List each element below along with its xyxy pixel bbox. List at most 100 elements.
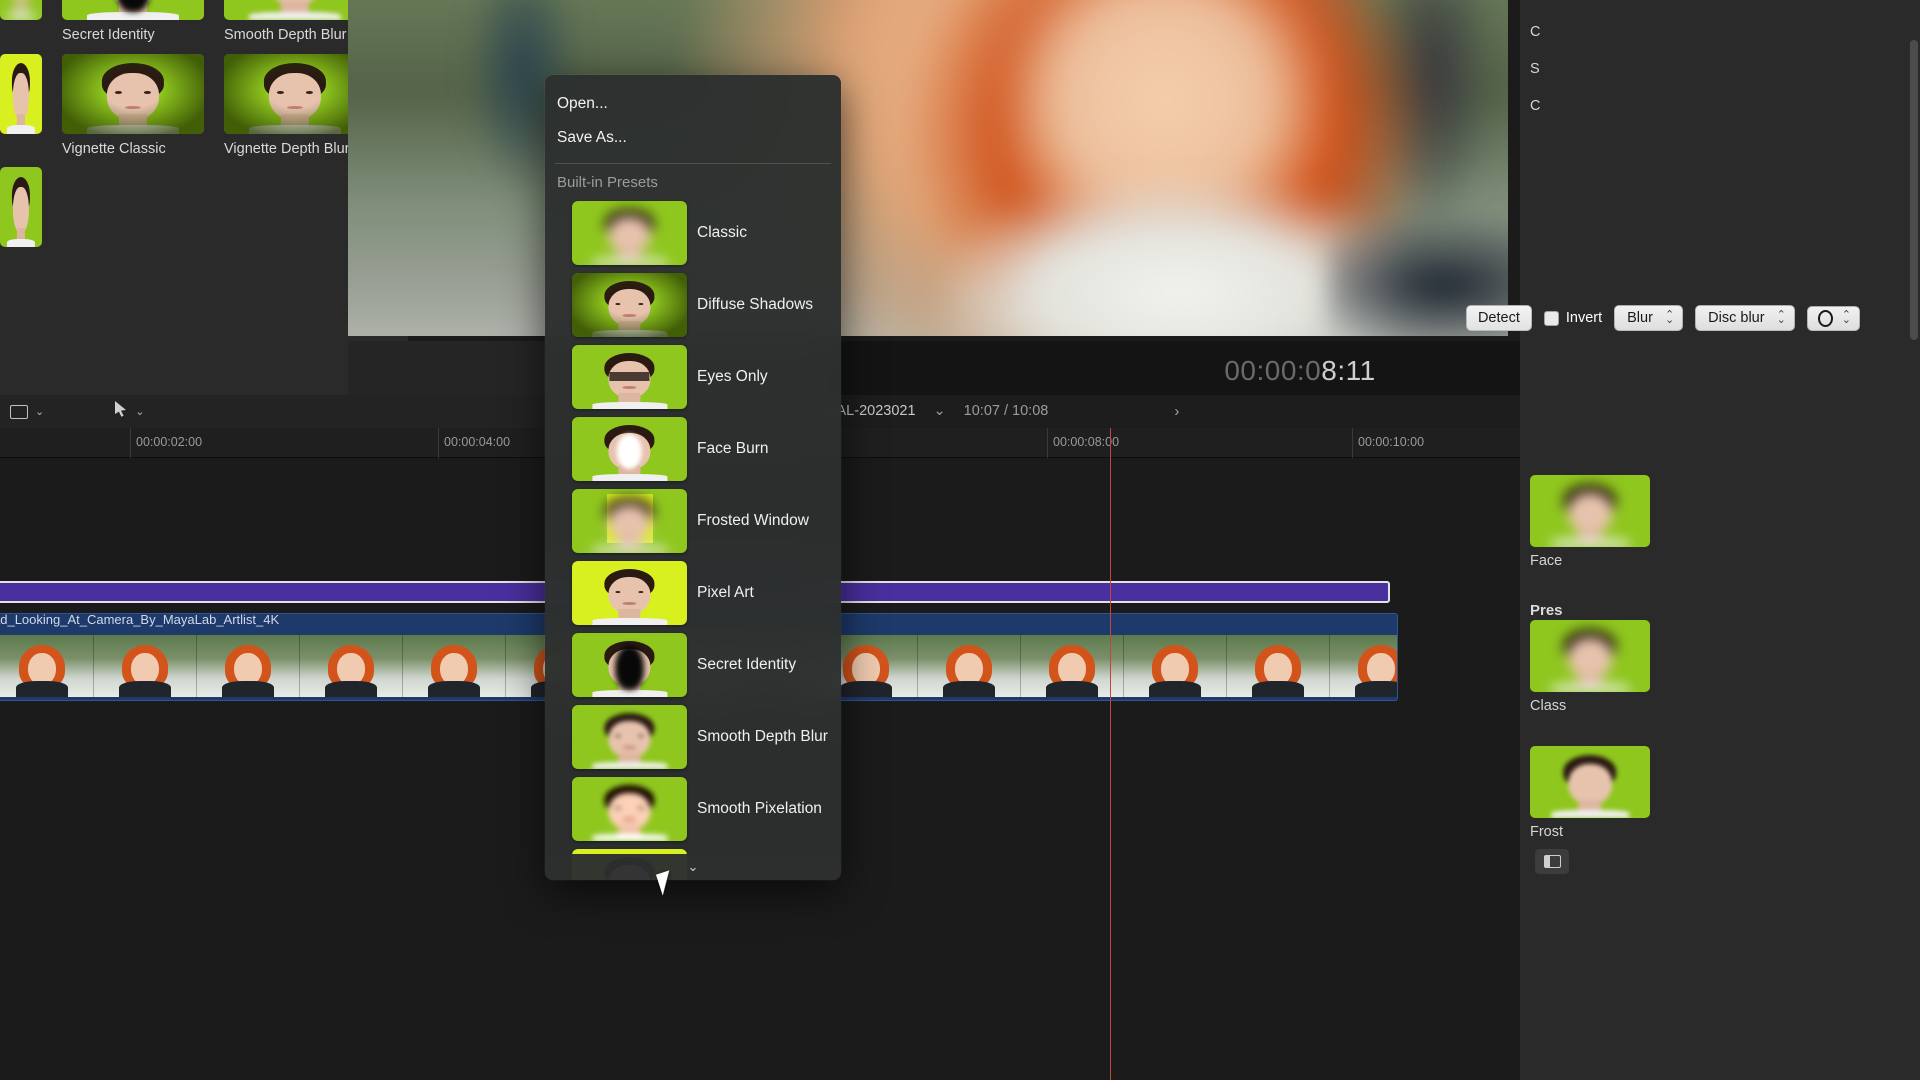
- browser-item-smooth-depth-blur[interactable]: Smooth Depth Blur: [224, 0, 366, 44]
- thumbnail: [572, 201, 687, 265]
- browser-item-partial[interactable]: [0, 54, 42, 158]
- menu-preset-smooth-pixelation[interactable]: Smooth Pixelation: [545, 773, 841, 845]
- menu-preset-label: Eyes Only: [697, 368, 768, 386]
- menu-preset-smooth-depth-blur[interactable]: Smooth Depth Blur: [545, 701, 841, 773]
- thumbnail: [572, 777, 687, 841]
- app-window: Secret Identity Smooth Depth Blur: [0, 0, 1920, 1080]
- browser-item-label: Vignette Classic: [62, 141, 204, 158]
- face-preview: [602, 497, 657, 553]
- menu-preset-frosted-window[interactable]: Frosted Window: [545, 485, 841, 557]
- inspector-preset-face[interactable]: Face: [1520, 475, 1920, 569]
- face-preview: [1561, 755, 1619, 818]
- face-preview: [11, 0, 31, 20]
- timeline-index-icon[interactable]: [10, 405, 28, 419]
- menu-scroll-down-icon[interactable]: ⌄: [545, 854, 841, 880]
- face-preview: [11, 63, 31, 133]
- thumbnail: [224, 54, 366, 134]
- face-preview: [261, 0, 329, 20]
- menu-section-header: Built-in Presets: [545, 170, 841, 197]
- filmstrip-frame: [94, 635, 197, 697]
- sidebar-toggle-icon[interactable]: [1535, 849, 1569, 874]
- chevron-down-icon[interactable]: ⌄: [35, 405, 44, 418]
- blur-type-value: Disc blur: [1708, 310, 1764, 326]
- menu-preset-face-burn[interactable]: Face Burn: [545, 413, 841, 485]
- blur-type-dropdown[interactable]: Disc blur ⌃⌄: [1695, 305, 1795, 331]
- menu-preset-classic[interactable]: Classic: [545, 197, 841, 269]
- thumbnail: [572, 561, 687, 625]
- thumbnail: [572, 345, 687, 409]
- browser-row: Secret Identity Smooth Depth Blur: [0, 0, 408, 44]
- thumbnail: [572, 273, 687, 337]
- invert-checkbox[interactable]: Invert: [1544, 310, 1602, 326]
- menu-preset-label: Smooth Pixelation: [697, 800, 822, 818]
- inspector-panel: A E C S C Face Pres Class: [1520, 0, 1920, 1080]
- menu-preset-label: Face Burn: [697, 440, 769, 458]
- menu-preset-eyes-only[interactable]: Eyes Only: [545, 341, 841, 413]
- select-tool-icon[interactable]: [114, 400, 128, 423]
- browser-row: Vignette Classic Vignette Depth Blur: [0, 54, 408, 158]
- invert-label: Invert: [1566, 310, 1602, 326]
- blur-mode-dropdown[interactable]: Blur ⌃⌄: [1614, 305, 1683, 331]
- browser-item-partial[interactable]: [0, 167, 42, 247]
- preset-dropdown-menu[interactable]: Open... Save As... Built-in Presets Clas…: [545, 75, 841, 880]
- menu-preset-label: Frosted Window: [697, 512, 809, 530]
- face-preview: [1561, 629, 1619, 692]
- inspector-preset-label: Class: [1520, 698, 1920, 714]
- ruler-label: 00:00:02:00: [136, 435, 202, 449]
- inspector-partial-label: E: [1530, 0, 1920, 14]
- browser-item-vignette-depth-blur[interactable]: Vignette Depth Blur: [224, 54, 366, 158]
- thumbnail: [0, 167, 42, 247]
- face-preview: [11, 177, 31, 247]
- preset-list[interactable]: Classic Diffuse Shadows: [545, 197, 841, 880]
- menu-preset-label: Secret Identity: [697, 656, 796, 674]
- menu-preset-diffuse-shadows[interactable]: Diffuse Shadows: [545, 269, 841, 341]
- filmstrip-frame: [1021, 635, 1124, 697]
- filmstrip-frame: [197, 635, 300, 697]
- face-preview: [99, 0, 167, 20]
- timecode-prefix: 00:00:0: [1224, 355, 1321, 386]
- face-preview: [602, 641, 657, 697]
- detect-button[interactable]: Detect: [1466, 305, 1532, 331]
- menu-preset-pixel-art[interactable]: Pixel Art: [545, 557, 841, 629]
- clip-position-label: 10:07 / 10:08: [964, 403, 1049, 419]
- browser-item-partial[interactable]: [0, 0, 42, 44]
- filmstrip-frame: [403, 635, 506, 697]
- menu-divider: [555, 163, 831, 164]
- menu-item-save-as[interactable]: Save As...: [545, 121, 841, 155]
- checkbox-box[interactable]: [1544, 311, 1559, 326]
- inspector-preset-frosted[interactable]: Frost: [1520, 746, 1920, 840]
- timeline-index-group[interactable]: ⌄: [10, 405, 44, 419]
- inspector-preset-label: Frost: [1520, 824, 1920, 840]
- thumbnail: [62, 0, 204, 20]
- chevron-updown-icon: ⌃⌄: [1665, 313, 1674, 324]
- playhead[interactable]: [1110, 428, 1111, 1080]
- browser-row: [0, 167, 408, 247]
- inspector-scrollbar[interactable]: [1910, 40, 1918, 340]
- thumbnail: [572, 489, 687, 553]
- face-preview: [602, 713, 657, 769]
- inspector-preset-label: Face: [1520, 553, 1920, 569]
- face-preview: [602, 209, 657, 265]
- menu-preset-label: Pixel Art: [697, 584, 754, 602]
- browser-item-vignette-classic[interactable]: Vignette Classic: [62, 54, 204, 158]
- select-tool-group[interactable]: ⌄: [114, 400, 144, 423]
- face-preview: [602, 785, 657, 841]
- thumbnail: [572, 417, 687, 481]
- browser-item-secret-identity[interactable]: Secret Identity: [62, 0, 204, 44]
- inspector-preset-classic[interactable]: Class: [1520, 620, 1920, 714]
- ellipse-icon: [1818, 310, 1833, 327]
- thumbnail: [0, 54, 42, 134]
- face-preview: [602, 569, 657, 625]
- chevron-updown-icon: ⌃⌄: [1777, 313, 1786, 324]
- timecode-display[interactable]: 00:00:08:11: [1224, 355, 1375, 387]
- chevron-down-icon[interactable]: ⌄: [934, 403, 946, 419]
- filmstrip-frame: [1124, 635, 1227, 697]
- menu-preset-secret-identity[interactable]: Secret Identity: [545, 629, 841, 701]
- shape-selector-dropdown[interactable]: ⌃⌄: [1807, 306, 1860, 331]
- effect-controls-bar: Detect Invert Blur ⌃⌄ Disc blur ⌃⌄ ⌃⌄: [1466, 305, 1860, 331]
- next-arrow-icon[interactable]: ›: [1174, 403, 1179, 420]
- menu-item-open[interactable]: Open...: [545, 87, 841, 121]
- chevron-down-icon[interactable]: ⌄: [135, 405, 144, 418]
- viewer-canvas[interactable]: [348, 0, 1508, 336]
- timecode-value: 8:11: [1321, 355, 1375, 386]
